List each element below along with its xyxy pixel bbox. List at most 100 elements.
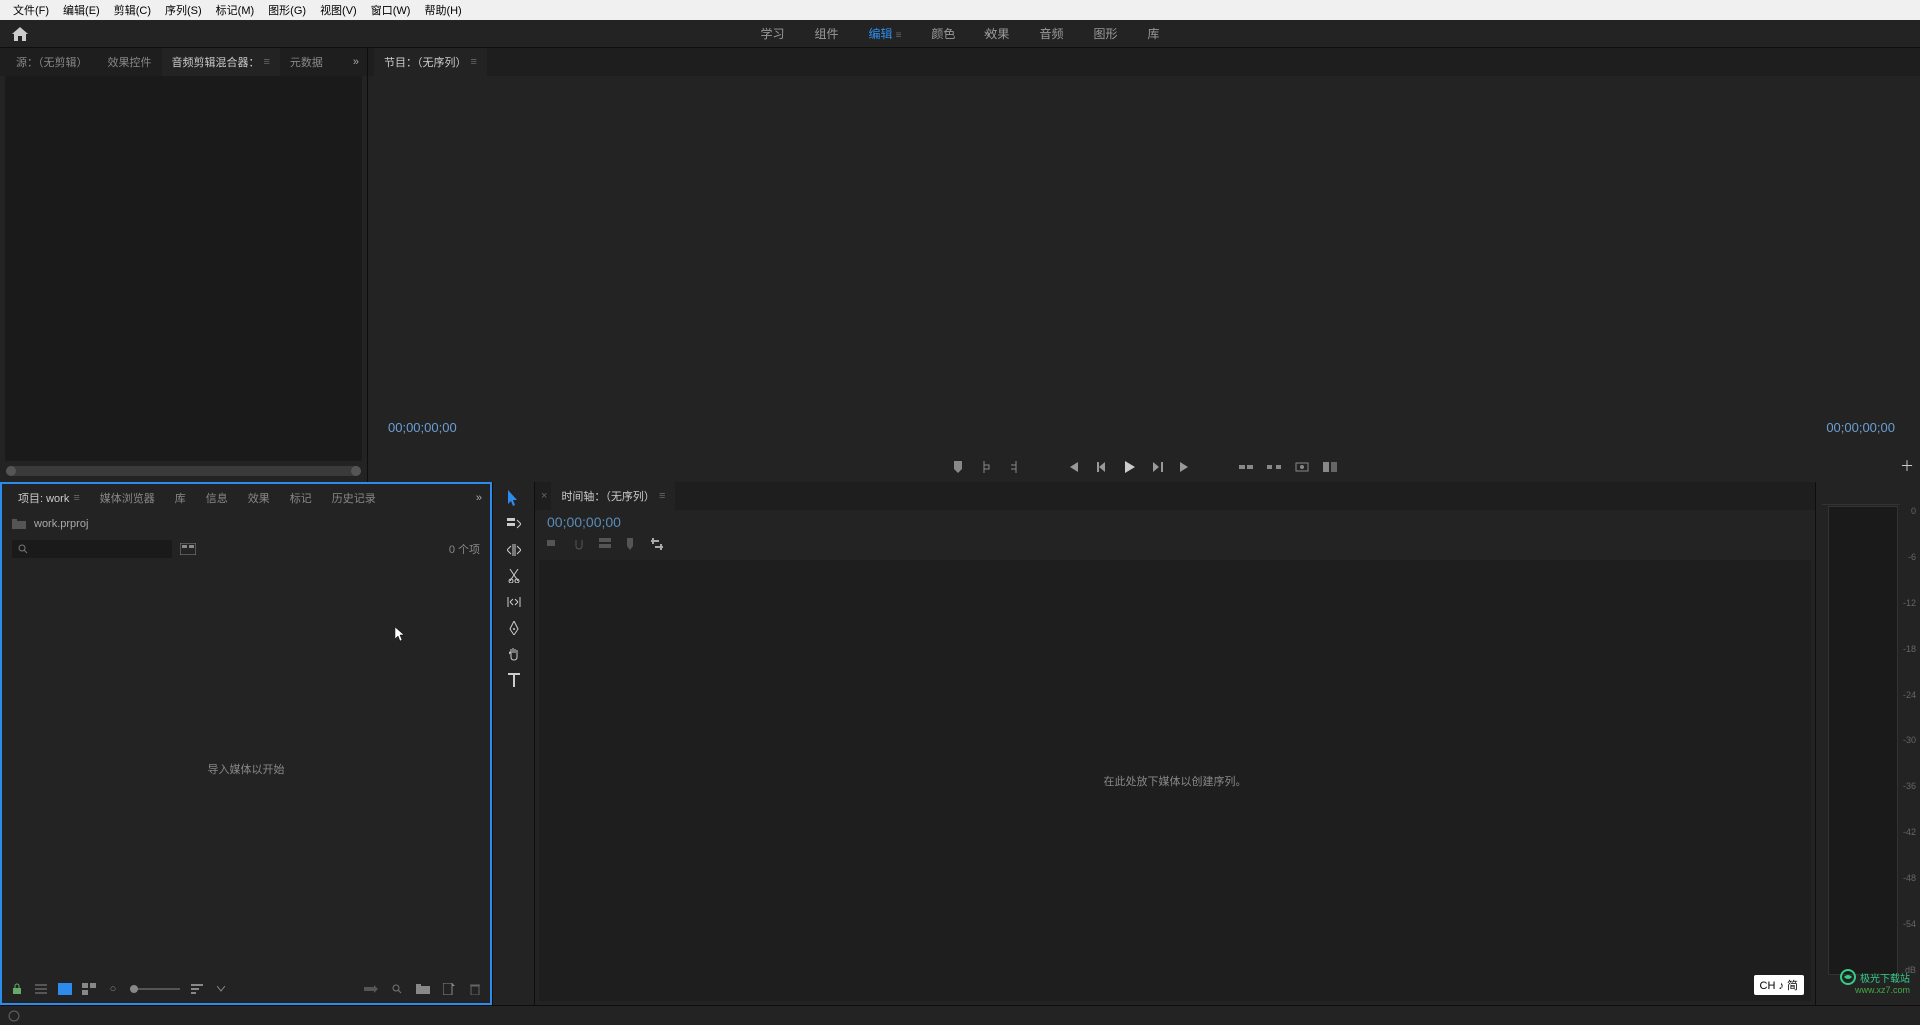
lift-icon[interactable] bbox=[1238, 459, 1254, 475]
workspace-bar: 学习 组件 编辑≡ 颜色 效果 音频 图形 库 » bbox=[0, 20, 1920, 48]
freeform-view-icon[interactable] bbox=[82, 982, 96, 996]
linked-selection-icon[interactable] bbox=[599, 538, 613, 552]
razor-tool-icon[interactable] bbox=[502, 566, 526, 586]
play-controls: ＋ bbox=[368, 452, 1920, 482]
source-tabs: 源：（无剪辑） 效果控件 音频剪辑混合器：≡ 元数据 » bbox=[0, 48, 367, 76]
search-input[interactable] bbox=[12, 540, 172, 558]
track-select-tool-icon[interactable] bbox=[502, 514, 526, 534]
status-bar bbox=[0, 1005, 1920, 1025]
insert-sequence-icon[interactable] bbox=[547, 538, 561, 552]
ws-learning[interactable]: 学习 bbox=[761, 25, 785, 42]
hand-tool-icon[interactable] bbox=[502, 644, 526, 664]
source-scrub[interactable] bbox=[6, 466, 361, 476]
add-marker-icon[interactable] bbox=[625, 538, 639, 552]
extract-icon[interactable] bbox=[1266, 459, 1282, 475]
snap-icon[interactable] bbox=[573, 538, 587, 552]
menu-help[interactable]: 帮助(H) bbox=[417, 2, 468, 18]
new-bin-icon[interactable] bbox=[416, 982, 430, 996]
tab-program[interactable]: 节目：（无序列）≡ bbox=[374, 48, 487, 76]
zoom-slider[interactable] bbox=[130, 988, 180, 990]
tab-media-browser[interactable]: 媒体浏览器 bbox=[90, 484, 165, 512]
program-panel: 节目：（无序列）≡ 00;00;00;00 00;00;00;00 ＋ bbox=[368, 48, 1920, 482]
in-point-icon[interactable] bbox=[978, 459, 994, 475]
step-back-icon[interactable] bbox=[1094, 459, 1110, 475]
slip-tool-icon[interactable] bbox=[502, 592, 526, 612]
tab-audio-mixer[interactable]: 音频剪辑混合器：≡ bbox=[162, 48, 280, 76]
meter-tick: -30 bbox=[1896, 735, 1916, 745]
tab-library[interactable]: 库 bbox=[165, 484, 196, 512]
scrub-handle-left[interactable] bbox=[6, 466, 16, 476]
automate-icon[interactable] bbox=[364, 982, 378, 996]
project-header: work.prproj bbox=[2, 512, 490, 536]
bin-icon bbox=[12, 519, 26, 529]
ws-audio[interactable]: 音频 bbox=[1039, 25, 1063, 42]
sort-icon[interactable] bbox=[190, 982, 204, 996]
menu-file[interactable]: 文件(F) bbox=[6, 2, 56, 18]
lock-icon[interactable] bbox=[10, 982, 24, 996]
program-tc-right: 00;00;00;00 bbox=[1826, 420, 1895, 435]
menu-edit[interactable]: 编辑(E) bbox=[56, 2, 107, 18]
comparison-icon[interactable] bbox=[1322, 459, 1338, 475]
tab-history[interactable]: 历史记录 bbox=[322, 484, 386, 512]
timeline-empty-label: 在此处放下媒体以创建序列。 bbox=[1104, 773, 1247, 789]
goto-out-icon[interactable] bbox=[1178, 459, 1194, 475]
ws-graphics[interactable]: 图形 bbox=[1093, 25, 1117, 42]
workspace-overflow-icon[interactable]: » bbox=[984, 28, 990, 40]
icon-view-icon[interactable] bbox=[58, 983, 72, 995]
home-icon[interactable] bbox=[0, 20, 40, 48]
timeline-timecode[interactable]: 00;00;00;00 bbox=[535, 510, 1815, 534]
out-point-icon[interactable] bbox=[1006, 459, 1022, 475]
export-frame-icon[interactable] bbox=[1294, 459, 1310, 475]
type-tool-icon[interactable] bbox=[502, 670, 526, 690]
timeline-controls bbox=[535, 534, 1815, 556]
menu-view[interactable]: 视图(V) bbox=[313, 2, 364, 18]
program-tc-left: 00;00;00;00 bbox=[388, 420, 457, 435]
tabs-overflow-icon[interactable]: » bbox=[476, 492, 482, 504]
button-editor-icon[interactable]: ＋ bbox=[1900, 456, 1914, 476]
tab-info[interactable]: 信息 bbox=[196, 484, 238, 512]
selection-tool-icon[interactable] bbox=[502, 488, 526, 508]
audio-meter-panel: 0 -6 -12 -18 -24 -30 -36 -42 -48 -54 dB bbox=[1815, 482, 1920, 1005]
tabs-overflow-icon[interactable]: » bbox=[353, 56, 359, 68]
settings-icon[interactable] bbox=[651, 538, 665, 552]
ws-library[interactable]: 库 bbox=[1147, 25, 1159, 42]
ripple-edit-tool-icon[interactable] bbox=[502, 540, 526, 560]
ws-editing[interactable]: 编辑≡ bbox=[869, 25, 902, 42]
marker-icon[interactable] bbox=[950, 459, 966, 475]
tab-markers[interactable]: 标记 bbox=[280, 484, 322, 512]
list-view-icon[interactable] bbox=[34, 982, 48, 996]
goto-in-icon[interactable] bbox=[1066, 459, 1082, 475]
tab-effect-controls[interactable]: 效果控件 bbox=[98, 48, 162, 76]
project-panel: 项目: work≡ 媒体浏览器 库 信息 效果 标记 历史记录 » work.p… bbox=[0, 482, 492, 1005]
status-icon bbox=[8, 1010, 20, 1022]
new-item-icon[interactable] bbox=[442, 982, 456, 996]
ws-color[interactable]: 颜色 bbox=[931, 25, 955, 42]
tab-project[interactable]: 项目: work≡ bbox=[8, 484, 90, 512]
meter-tick: -24 bbox=[1896, 690, 1916, 700]
chevron-down-icon[interactable] bbox=[214, 982, 228, 996]
top-panels: 源：（无剪辑） 效果控件 音频剪辑混合器：≡ 元数据 » 节目：（无序列）≡ 0… bbox=[0, 48, 1920, 482]
project-body[interactable]: 导入媒体以开始 bbox=[2, 562, 490, 975]
scrub-handle-right[interactable] bbox=[351, 466, 361, 476]
storyboard-icon[interactable] bbox=[180, 543, 196, 555]
menu-indicator-icon: ≡ bbox=[73, 492, 79, 504]
pen-tool-icon[interactable] bbox=[502, 618, 526, 638]
zoom-slider-knob[interactable]: ○ bbox=[106, 982, 120, 996]
menu-clip[interactable]: 剪辑(C) bbox=[107, 2, 158, 18]
menu-markers[interactable]: 标记(M) bbox=[209, 2, 262, 18]
ws-assembly[interactable]: 组件 bbox=[815, 25, 839, 42]
close-icon[interactable]: × bbox=[541, 490, 547, 502]
trash-icon[interactable] bbox=[468, 982, 482, 996]
tab-source[interactable]: 源：（无剪辑） bbox=[6, 48, 98, 76]
tab-effects[interactable]: 效果 bbox=[238, 484, 280, 512]
search-icon bbox=[18, 544, 28, 554]
tab-metadata[interactable]: 元数据 bbox=[280, 48, 333, 76]
menu-sequence[interactable]: 序列(S) bbox=[158, 2, 209, 18]
timeline-body[interactable]: 在此处放下媒体以创建序列。 bbox=[539, 560, 1811, 1001]
play-icon[interactable] bbox=[1122, 459, 1138, 475]
find-icon[interactable] bbox=[390, 982, 404, 996]
menu-window[interactable]: 窗口(W) bbox=[364, 2, 418, 18]
menu-graphics[interactable]: 图形(G) bbox=[261, 2, 313, 18]
step-forward-icon[interactable] bbox=[1150, 459, 1166, 475]
tab-timeline[interactable]: 时间轴：（无序列）≡ bbox=[551, 482, 675, 510]
